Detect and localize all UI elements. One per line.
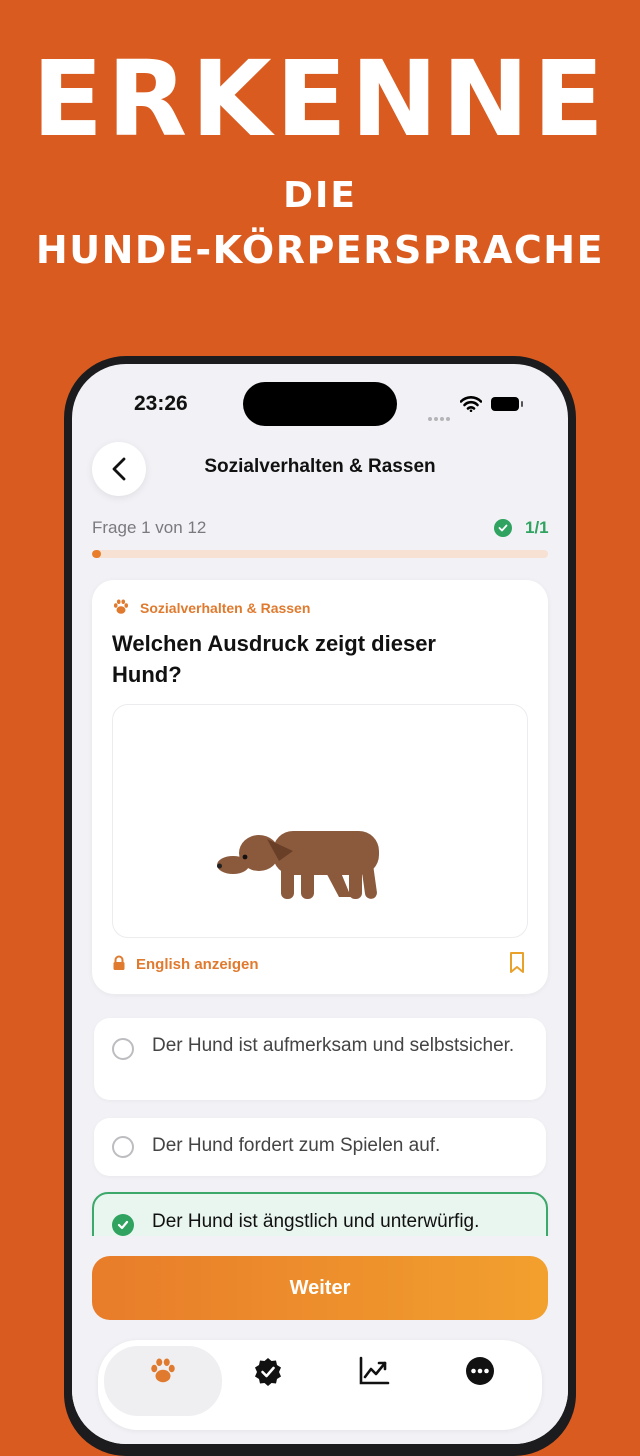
answer-text: Der Hund ist ängstlich und unterwürfig. bbox=[152, 1211, 480, 1232]
answer-text: Der Hund fordert zum Spielen auf. bbox=[152, 1135, 441, 1156]
verified-badge-icon bbox=[255, 1358, 281, 1386]
question-text: Welchen Ausdruck zeigt dieser Hund? bbox=[112, 631, 436, 687]
progress-bar bbox=[92, 550, 548, 558]
paw-icon bbox=[151, 1358, 175, 1383]
chart-icon bbox=[359, 1356, 390, 1385]
dynamic-island bbox=[243, 382, 397, 426]
paw-icon bbox=[113, 599, 129, 614]
more-icon bbox=[466, 1357, 494, 1385]
signal-icon bbox=[428, 408, 452, 426]
dog-illustration bbox=[217, 831, 379, 899]
question-card: Sozialverhalten & Rassen Welchen Ausdruc… bbox=[92, 580, 548, 994]
continue-button[interactable]: Weiter bbox=[92, 1256, 548, 1320]
answer-text: Der Hund ist aufmerksam und selbstsicher… bbox=[152, 1035, 515, 1056]
question-image bbox=[112, 704, 528, 938]
status-time: 23:26 bbox=[134, 392, 188, 415]
tab-more[interactable] bbox=[430, 1346, 530, 1416]
lock-icon bbox=[113, 955, 125, 970]
category-label: Sozialverhalten & Rassen bbox=[140, 600, 311, 616]
battery-icon bbox=[491, 397, 523, 411]
tab-bar bbox=[98, 1340, 542, 1430]
tab-stats[interactable] bbox=[324, 1346, 424, 1416]
app-screen: 23:26 Sozialverhalten & Rassen Frage 1 v… bbox=[72, 364, 568, 1444]
tab-exam[interactable] bbox=[218, 1346, 318, 1416]
english-toggle[interactable]: English anzeigen bbox=[136, 956, 259, 973]
answer-option-1[interactable]: Der Hund ist aufmerksam und selbstsicher… bbox=[94, 1018, 546, 1100]
answer-option-2[interactable]: Der Hund fordert zum Spielen auf. bbox=[94, 1118, 546, 1176]
promo-subline-2: HUNDE-KÖRPERSPRACHE bbox=[35, 228, 605, 272]
score-label: 1/1 bbox=[525, 518, 549, 537]
check-circle-icon[interactable] bbox=[112, 1214, 134, 1236]
radio-button[interactable] bbox=[112, 1038, 134, 1060]
question-counter: Frage 1 von 12 bbox=[92, 518, 207, 537]
wifi-icon bbox=[459, 396, 483, 417]
page-title: Sozialverhalten & Rassen bbox=[204, 456, 436, 477]
promo-headline: ERKENNE bbox=[32, 38, 608, 160]
bookmark-icon[interactable] bbox=[508, 951, 526, 975]
progress-fill bbox=[92, 550, 102, 558]
check-circle-icon bbox=[494, 519, 512, 537]
radio-button[interactable] bbox=[112, 1136, 134, 1158]
tab-learn[interactable] bbox=[104, 1346, 222, 1416]
promo-subline: DIE bbox=[283, 175, 357, 216]
